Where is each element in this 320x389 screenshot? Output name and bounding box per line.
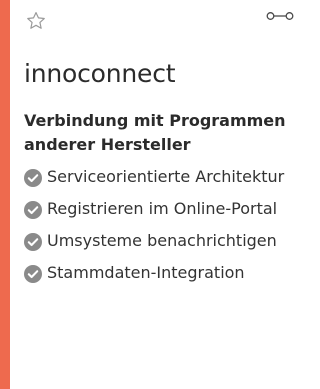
feature-item: Registrieren im Online-Portal xyxy=(24,197,308,221)
product-card[interactable]: innoconnect Verbindung mit Program­men a… xyxy=(0,0,308,389)
feature-label: Umsysteme benach­richtigen xyxy=(47,231,277,250)
favorite-button[interactable] xyxy=(24,9,48,33)
check-circle-icon xyxy=(24,201,42,219)
star-outline-icon xyxy=(27,11,45,29)
check-circle-icon xyxy=(24,233,42,251)
accent-bar xyxy=(0,0,10,389)
feature-item: Umsysteme benach­richtigen xyxy=(24,229,308,253)
feature-label: Stammdaten-Integration xyxy=(47,263,245,282)
feature-label: Serviceorientierte Architektur xyxy=(47,167,285,186)
card-subtitle: Verbindung mit Program­men anderer Herst… xyxy=(24,111,286,154)
check-circle-icon xyxy=(24,265,42,283)
feature-list: Serviceorientierte Architektur Registrie… xyxy=(24,165,308,293)
feature-item: Serviceorientierte Architektur xyxy=(24,165,308,189)
check-circle-icon xyxy=(24,169,42,187)
card-title: innoconnect xyxy=(24,59,176,88)
feature-item: Stammdaten-Integration xyxy=(24,261,308,285)
feature-label: Registrieren im Online-Portal xyxy=(47,199,278,218)
link-nodes-icon xyxy=(266,12,294,20)
